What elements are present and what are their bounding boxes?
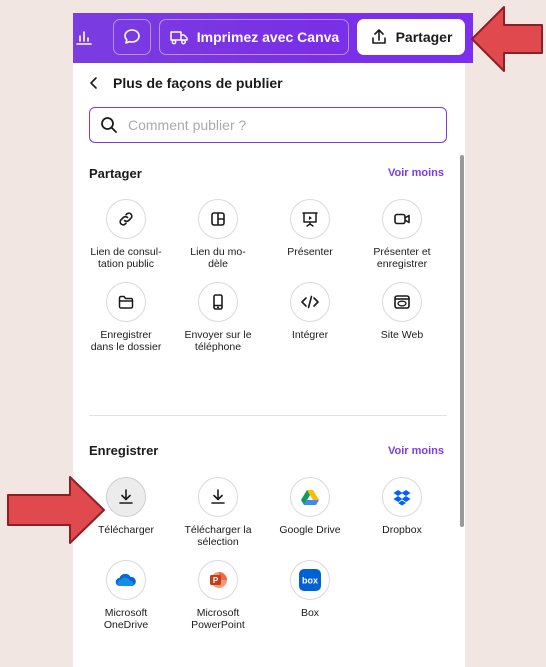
present-option[interactable]: Présenter xyxy=(264,199,356,270)
upload-icon xyxy=(371,29,386,44)
website-circle xyxy=(382,282,422,322)
google-drive-option[interactable]: Google Drive xyxy=(264,477,356,548)
record-circle xyxy=(382,199,422,239)
phone-circle xyxy=(198,282,238,322)
present-icon xyxy=(302,212,318,227)
option-label: Enregistrer dans le dossier xyxy=(90,329,162,353)
template-link-option[interactable]: Lien du mo- dèle xyxy=(172,199,264,270)
website-option[interactable]: Site Web xyxy=(356,282,448,353)
public-view-link-option[interactable]: Lien de consul- tation public xyxy=(80,199,172,270)
svg-text:P: P xyxy=(213,576,219,585)
present-and-record-option[interactable]: Présenter et enregistrer xyxy=(356,199,448,270)
powerpoint-icon: P xyxy=(210,572,227,588)
save-options-grid: Télécharger Télécharger la sélection Goo… xyxy=(80,477,448,631)
publish-panel: Plus de façons de publier Partager Voir … xyxy=(73,63,465,667)
option-label: Envoyer sur le téléphone xyxy=(184,329,252,353)
share-button-label: Partager xyxy=(395,29,453,45)
option-label: Intégrer xyxy=(291,329,329,341)
website-icon xyxy=(394,295,410,309)
share-section-title: Partager xyxy=(89,166,142,181)
option-label: Microsoft OneDrive xyxy=(103,607,149,631)
embed-icon xyxy=(301,295,319,309)
annotation-arrow-right-icon xyxy=(471,6,543,72)
dropbox-circle xyxy=(382,477,422,517)
download-icon xyxy=(119,489,133,504)
powerpoint-option[interactable]: P Microsoft PowerPoint xyxy=(172,560,264,631)
link-circle xyxy=(106,199,146,239)
comment-icon xyxy=(124,29,140,44)
comment-button[interactable] xyxy=(113,19,151,55)
option-label: Présenter et enregistrer xyxy=(373,246,431,270)
download-selection-circle xyxy=(198,477,238,517)
editor-toolbar: Imprimez avec Canva Partager xyxy=(73,13,473,63)
dropbox-option[interactable]: Dropbox xyxy=(356,477,448,548)
onedrive-option[interactable]: Microsoft OneDrive xyxy=(80,560,172,631)
box-circle: box xyxy=(290,560,330,600)
bar-chart-icon xyxy=(76,31,92,45)
search-icon xyxy=(101,117,117,133)
present-circle xyxy=(290,199,330,239)
save-section-title: Enregistrer xyxy=(89,443,159,458)
option-label: Site Web xyxy=(380,329,424,341)
download-circle xyxy=(106,477,146,517)
print-with-canva-button[interactable]: Imprimez avec Canva xyxy=(159,19,349,55)
embed-option[interactable]: Intégrer xyxy=(264,282,356,353)
box-option[interactable]: box Box xyxy=(264,560,356,631)
download-selection-option[interactable]: Télécharger la sélection xyxy=(172,477,264,548)
folder-circle xyxy=(106,282,146,322)
annotation-arrow-left-icon xyxy=(7,476,105,544)
dropbox-icon xyxy=(393,490,411,506)
powerpoint-circle: P xyxy=(198,560,238,600)
truck-icon xyxy=(170,31,188,45)
panel-scrollbar[interactable] xyxy=(460,155,464,527)
option-label: Google Drive xyxy=(279,524,341,536)
option-label: Télécharger la sélection xyxy=(184,524,252,548)
google-drive-icon xyxy=(301,490,319,505)
save-to-folder-option[interactable]: Enregistrer dans le dossier xyxy=(80,282,172,353)
option-label: Box xyxy=(300,607,320,619)
search-box[interactable] xyxy=(89,107,447,143)
template-circle xyxy=(198,199,238,239)
option-label: Lien du mo- dèle xyxy=(190,246,246,270)
svg-text:box: box xyxy=(302,576,318,586)
embed-circle xyxy=(290,282,330,322)
folder-icon xyxy=(118,295,134,309)
section-divider xyxy=(89,415,447,416)
box-icon: box xyxy=(299,569,321,591)
option-label: Lien de consul- tation public xyxy=(90,246,162,270)
record-icon xyxy=(394,213,410,225)
share-button[interactable]: Partager xyxy=(357,19,465,55)
phone-icon xyxy=(213,294,223,310)
panel-header: Plus de façons de publier xyxy=(89,75,283,91)
option-label: Microsoft PowerPoint xyxy=(191,607,245,631)
option-label: Dropbox xyxy=(382,524,422,536)
send-to-phone-option[interactable]: Envoyer sur le téléphone xyxy=(172,282,264,353)
insights-button[interactable] xyxy=(65,19,103,55)
link-icon xyxy=(119,212,133,226)
back-chevron-icon[interactable] xyxy=(89,76,99,90)
option-label: Présenter xyxy=(287,246,333,258)
panel-title: Plus de façons de publier xyxy=(113,75,283,91)
print-button-label: Imprimez avec Canva xyxy=(196,29,340,45)
google-drive-circle xyxy=(290,477,330,517)
search-input[interactable] xyxy=(128,117,428,133)
onedrive-circle xyxy=(106,560,146,600)
template-icon xyxy=(211,212,225,226)
share-see-less-link[interactable]: Voir moins xyxy=(388,167,444,179)
download-selection-icon xyxy=(211,489,225,504)
save-see-less-link[interactable]: Voir moins xyxy=(388,445,444,457)
onedrive-icon xyxy=(115,573,136,587)
share-options-grid: Lien de consul- tation public Lien du mo… xyxy=(80,199,448,353)
